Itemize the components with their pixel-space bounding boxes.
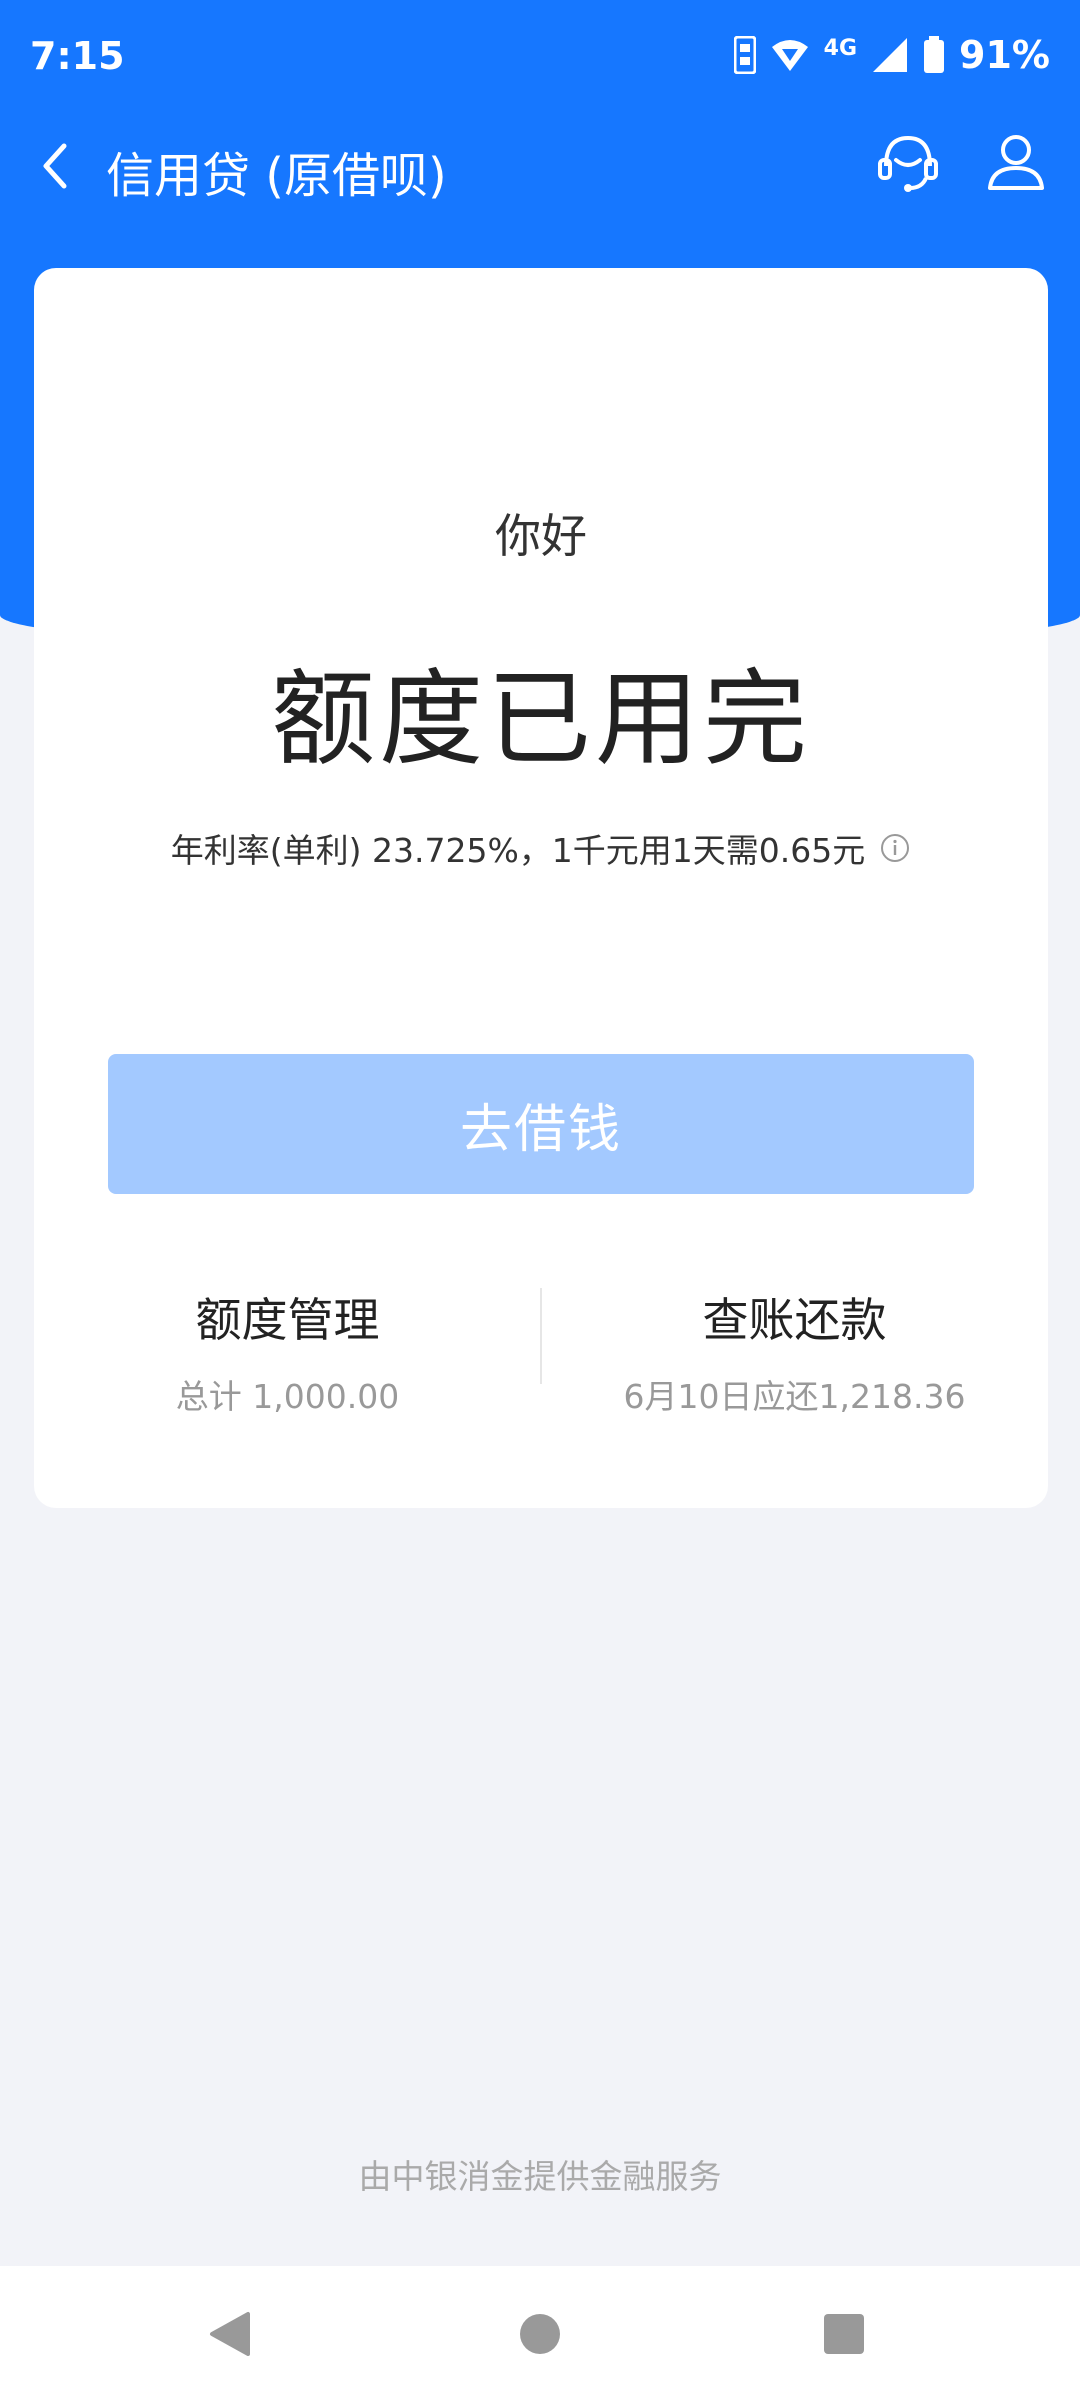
square-recents-icon [824,2314,864,2354]
circle-home-icon [520,2314,560,2354]
provider-footer: 由中银消金提供金融服务 [358,2157,722,2196]
user-icon [988,135,1044,190]
network-type: 4G [823,35,858,61]
nav-recents-button[interactable] [822,2312,866,2360]
battery-percent: 91% [959,33,1050,77]
customer-service-button[interactable] [876,130,940,194]
page-title: 信用贷 (原借呗) [106,148,447,204]
system-navigation-bar [0,2266,1080,2400]
status-time: 7:15 [30,34,125,78]
nav-back-button[interactable] [208,2310,252,2362]
quota-management-entry[interactable]: 额度管理 总计 1,000.00 [34,1284,541,1418]
interest-rate-text: 年利率(单利) 23.725%，1千元用1天需0.65元 [170,831,866,870]
wifi-icon [770,37,810,73]
bill-repay-title: 查账还款 [702,1293,887,1347]
repay-due-info: 6月10日应还1,218.36 [623,1377,966,1416]
sim-icon [733,36,756,74]
chevron-left-icon [43,143,67,189]
info-icon[interactable] [879,832,911,864]
signal-icon [871,36,909,74]
profile-button[interactable] [984,130,1048,194]
triangle-back-icon [210,2312,250,2356]
battery-icon [923,36,945,74]
borrow-button[interactable]: 去借钱 [108,1054,974,1194]
nav-home-button[interactable] [518,2312,562,2360]
quota-management-title: 额度管理 [195,1293,380,1347]
quota-total: 总计 1,000.00 [175,1377,400,1416]
app-header: 信用贷 (原借呗) [0,118,1080,218]
bill-repay-entry[interactable]: 查账还款 6月10日应还1,218.36 [541,1284,1048,1418]
quota-status-title: 额度已用完 [270,658,811,780]
credit-card-panel: 你好 额度已用完 年利率(单利) 23.725%，1千元用1天需0.65元 去借… [34,268,1048,1508]
greeting-text: 你好 [495,509,587,563]
status-icons: 4G 91% [733,30,1050,80]
quota-repay-section: 额度管理 总计 1,000.00 查账还款 6月10日应还1,218.36 [34,1284,1048,1424]
status-bar: 7:15 4G 91% [0,0,1080,118]
interest-rate-line: 年利率(单利) 23.725%，1千元用1天需0.65元 [34,824,1048,872]
back-button[interactable] [28,134,88,198]
headset-icon [878,135,938,192]
